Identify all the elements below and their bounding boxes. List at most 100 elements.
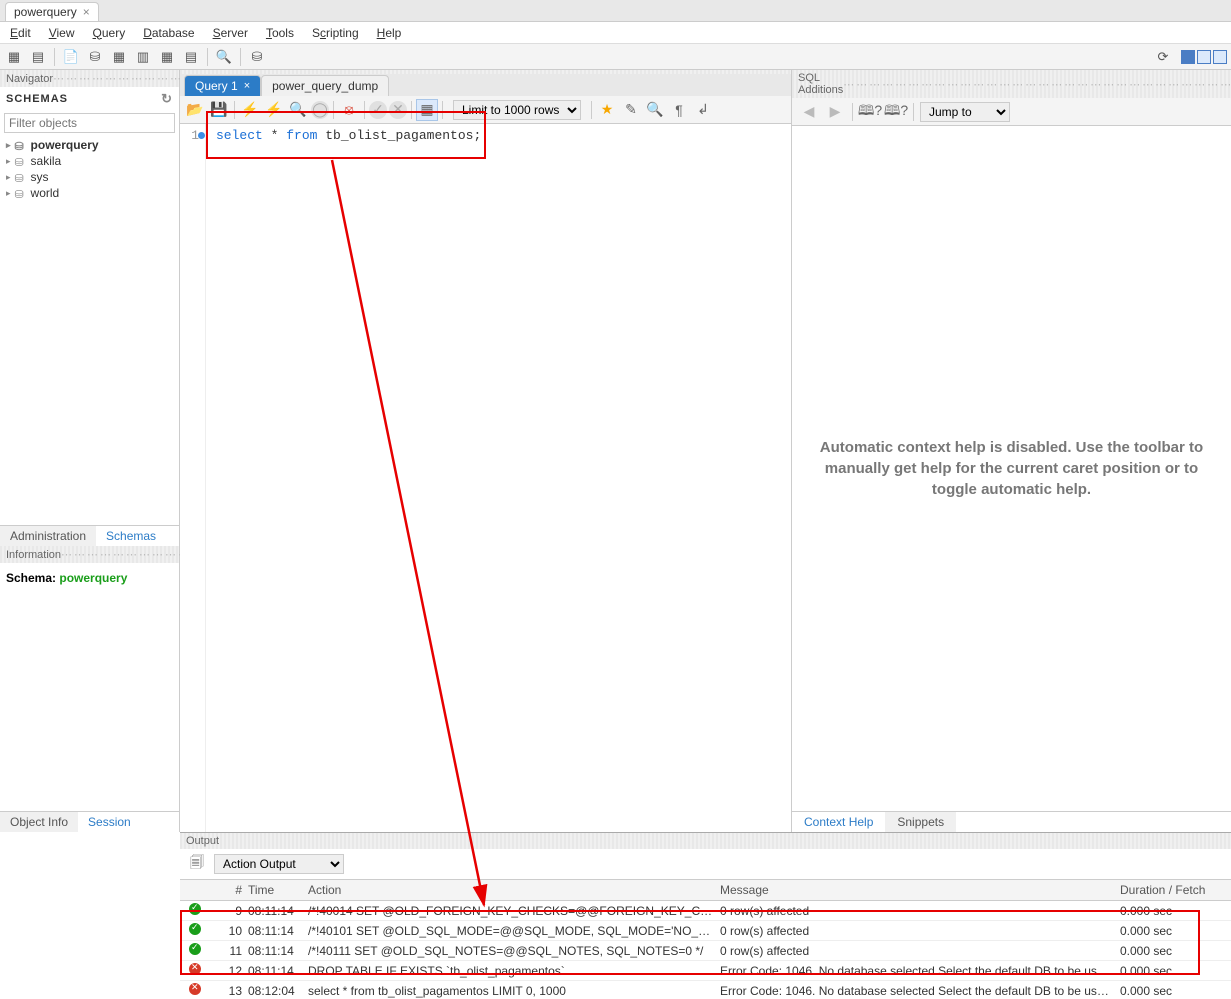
close-icon[interactable]: × [83, 5, 90, 19]
separator [207, 48, 208, 66]
separator [364, 101, 365, 119]
menu-edit[interactable]: Edit [10, 26, 31, 40]
search-icon[interactable]: 🔍 [644, 99, 666, 121]
dots-icon: ⋯⋯⋯⋯⋯⋯⋯⋯⋯⋯⋯⋯⋯⋯⋯⋯⋯⋯⋯⋯⋯⋯⋯⋯⋯⋯⋯⋯⋯⋯ [843, 78, 1231, 91]
editor-tab[interactable]: power_query_dump [261, 75, 389, 96]
wrap-icon[interactable]: ↲ [692, 99, 714, 121]
tab-object-info[interactable]: Object Info [0, 812, 78, 832]
connection-tab[interactable]: powerquery × [5, 2, 99, 21]
info-tabs: Object Info Session [0, 811, 179, 832]
stop-icon[interactable]: ◯ [311, 101, 329, 119]
stop-on-error-icon[interactable]: ⦻ [338, 99, 360, 121]
layout-switcher[interactable] [1181, 50, 1227, 64]
open-sql-icon[interactable]: 📄 [61, 47, 81, 67]
sync-icon[interactable]: ⟳ [1153, 47, 1173, 67]
col-action-header[interactable]: Action [308, 883, 720, 897]
success-icon [189, 943, 201, 955]
row-time: 08:11:14 [248, 924, 308, 938]
save-icon[interactable]: 💾 [208, 99, 230, 121]
schema-item-sys[interactable]: ▸sys [0, 169, 179, 185]
menu-database[interactable]: Database [143, 26, 194, 40]
tab-snippets[interactable]: Snippets [885, 812, 956, 832]
layout-1-icon[interactable] [1181, 50, 1195, 64]
error-icon [189, 983, 201, 995]
open-file-icon[interactable]: 📂 [184, 99, 206, 121]
tab-administration[interactable]: Administration [0, 526, 96, 546]
menu-query[interactable]: Query [93, 26, 126, 40]
view-icon[interactable]: ▥ [133, 47, 153, 67]
chevron-right-icon: ▸ [6, 172, 11, 183]
new-sql-icon[interactable]: ▦ [4, 47, 24, 67]
execute-icon[interactable]: ⚡ [239, 99, 261, 121]
row-duration: 0.000 sec [1120, 904, 1220, 918]
row-duration: 0.000 sec [1120, 944, 1220, 958]
limit-select[interactable]: Limit to 1000 rows [453, 100, 581, 120]
editor-tab[interactable]: Query 1 × [184, 75, 261, 96]
menu-tools[interactable]: Tools [266, 26, 294, 40]
editor-toolbar: 📂 💾 ⚡ ⚡ 🔍 ◯ ⦻ ✓ ✕ ▦ Limit to 1000 rows ★… [180, 96, 791, 124]
menu-server[interactable]: Server [213, 26, 248, 40]
jump-to-select[interactable]: Jump to [920, 102, 1010, 122]
commit-icon[interactable]: ✓ [369, 101, 387, 119]
schema-list: ▸powerquery▸sakila▸sys▸world [0, 135, 179, 525]
layout-2-icon[interactable] [1197, 50, 1211, 64]
autocommit-icon[interactable]: ▦ [416, 99, 438, 121]
invisible-icon[interactable]: ¶ [668, 99, 690, 121]
output-type-select[interactable]: Action Output [214, 854, 344, 874]
tab-session[interactable]: Session [78, 812, 141, 832]
output-header: Output [180, 833, 1231, 849]
func-icon[interactable]: ▤ [181, 47, 201, 67]
information-header: Information ⋯⋯⋯⋯⋯⋯⋯⋯⋯⋯⋯⋯⋯⋯ [0, 546, 179, 563]
rebuild-icon[interactable]: ⛁ [247, 47, 267, 67]
row-time: 08:11:14 [248, 944, 308, 958]
filter-input[interactable] [4, 113, 175, 133]
col-num-header[interactable]: # [210, 883, 248, 897]
layout-3-icon[interactable] [1213, 50, 1227, 64]
row-time: 08:12:04 [248, 984, 308, 998]
col-time-header[interactable]: Time [248, 883, 308, 897]
find-icon[interactable]: ✎ [620, 99, 642, 121]
output-row[interactable]: 1108:11:14/*!40111 SET @OLD_SQL_NOTES=@@… [180, 941, 1231, 961]
success-icon [189, 903, 201, 915]
nav-back-icon[interactable]: ◀ [798, 101, 820, 123]
menu-help[interactable]: Help [377, 26, 402, 40]
search-icon[interactable]: 🔍 [214, 47, 234, 67]
execute-current-icon[interactable]: ⚡ [263, 99, 285, 121]
menu-bar: Edit View Query Database Server Tools Scriptin… [0, 22, 1231, 44]
schema-item-world[interactable]: ▸world [0, 185, 179, 201]
output-row[interactable]: 908:11:14/*!40014 SET @OLD_FOREIGN_KEY_C… [180, 901, 1231, 921]
code-star: * [263, 128, 286, 143]
schema-item-sakila[interactable]: ▸sakila [0, 153, 179, 169]
schema-item-powerquery[interactable]: ▸powerquery [0, 137, 179, 153]
editor-tab-label: Query 1 [195, 79, 238, 93]
rollback-icon[interactable]: ✕ [389, 101, 407, 119]
new-tab-icon[interactable]: ▤ [28, 47, 48, 67]
refresh-icon[interactable]: ↻ [161, 91, 173, 107]
menu-scripting[interactable]: Scripting [312, 26, 359, 40]
col-dur-header[interactable]: Duration / Fetch [1120, 883, 1220, 897]
tab-schemas[interactable]: Schemas [96, 526, 166, 546]
chevron-right-icon: ▸ [6, 140, 11, 151]
manual-help-icon[interactable]: 🕮? [885, 101, 907, 123]
output-row[interactable]: 1208:11:14DROP TABLE IF EXISTS `tb_olist… [180, 961, 1231, 981]
menu-view[interactable]: View [49, 26, 75, 40]
close-icon[interactable]: × [244, 80, 250, 92]
output-row[interactable]: 1308:12:04select * from tb_olist_pagamen… [180, 981, 1231, 999]
auto-help-icon[interactable]: 🕮? [859, 101, 881, 123]
output-view-icon[interactable]: 🗐 [186, 853, 208, 875]
editor-tab-label: power_query_dump [272, 79, 378, 93]
nav-forward-icon[interactable]: ▶ [824, 101, 846, 123]
inspector-icon[interactable]: ⛁ [85, 47, 105, 67]
limit-rows-select[interactable]: Limit to 1000 rows [453, 100, 581, 120]
col-msg-header[interactable]: Message [720, 883, 1120, 897]
table-icon[interactable]: ▦ [109, 47, 129, 67]
proc-icon[interactable]: ▦ [157, 47, 177, 67]
explain-icon[interactable]: 🔍 [287, 99, 309, 121]
tab-context-help[interactable]: Context Help [792, 812, 885, 832]
output-row[interactable]: 1008:11:14/*!40101 SET @OLD_SQL_MODE=@@S… [180, 921, 1231, 941]
row-duration: 0.000 sec [1120, 964, 1220, 978]
output-controls: 🗐 Action Output [180, 849, 1231, 879]
beautify-icon[interactable]: ★ [596, 99, 618, 121]
sql-editor[interactable]: 1 select * from tb_olist_pagamentos; [180, 124, 791, 832]
keyword-from: from [286, 128, 317, 143]
